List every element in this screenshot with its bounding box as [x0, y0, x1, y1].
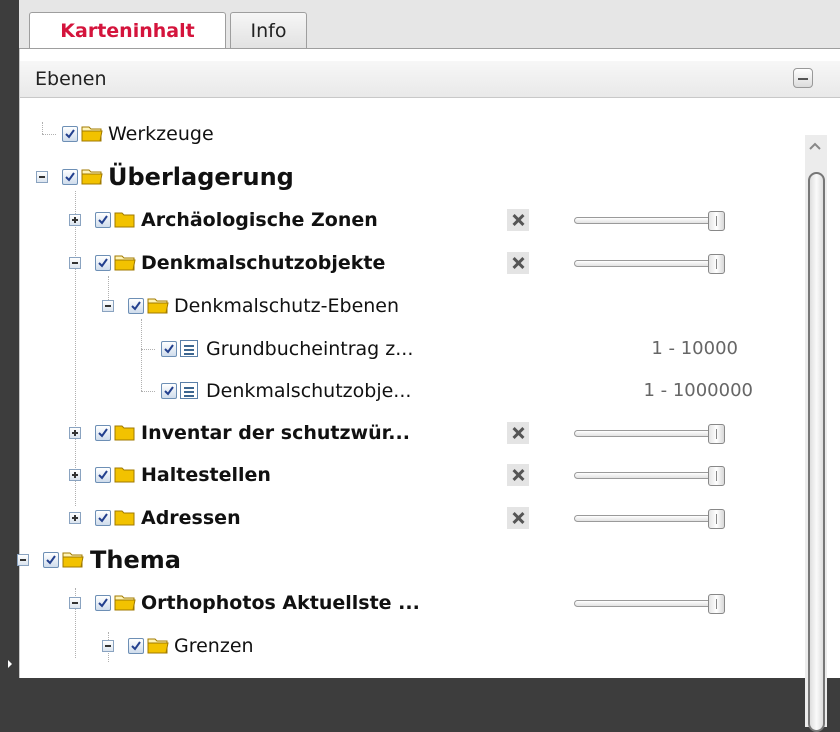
folder-icon [81, 169, 103, 185]
tree-node-adressen[interactable]: Adressen [20, 497, 800, 539]
slider-track [574, 260, 724, 267]
expand-toggle-icon[interactable] [69, 427, 81, 439]
tree-node-label: Grundbucheintrag z... [206, 338, 414, 360]
slider-track [574, 472, 724, 479]
tree-node-grenzen[interactable]: Grenzen [20, 625, 800, 667]
tree-node-label: Grenzen [174, 635, 254, 657]
slider-track [574, 217, 724, 224]
folder-icon [81, 126, 103, 142]
folder-icon [147, 298, 169, 314]
scale-range: 1 - 1000000 [643, 380, 753, 401]
tree-node-ueberlagerung[interactable]: Überlagerung [20, 156, 800, 198]
checkbox[interactable] [62, 126, 78, 142]
collapse-toggle-icon[interactable] [17, 554, 29, 566]
tree-node-inventar[interactable]: Inventar der schutzwür... [20, 412, 800, 454]
tree-node-thema[interactable]: Thema [17, 539, 800, 581]
folder-icon [114, 595, 136, 611]
tree-layer-denkmalschutzobjekte[interactable]: Denkmalschutzobje... 1 - 1000000 [20, 370, 800, 412]
tab-info[interactable]: Info [230, 12, 307, 48]
checkbox[interactable] [128, 638, 144, 654]
checkbox[interactable] [95, 595, 111, 611]
tab-content: Ebenen Werkzeuge Überlagerung Archäologi… [17, 49, 840, 732]
folder-icon [114, 212, 135, 228]
tree-node-orthophotos[interactable]: Orthophotos Aktuellste ... [20, 582, 800, 624]
tree-node-label: Thema [90, 546, 181, 574]
opacity-slider[interactable] [574, 594, 728, 614]
tree-node-label: Denkmalschutz-Ebenen [174, 295, 400, 317]
tree-node-label: Orthophotos Aktuellste ... [141, 592, 420, 614]
slider-handle[interactable] [708, 509, 725, 529]
tree-node-label: Überlagerung [108, 163, 294, 191]
remove-icon[interactable] [507, 464, 529, 486]
folder-icon [114, 467, 135, 483]
checkbox[interactable] [95, 255, 111, 271]
checkbox[interactable] [62, 169, 78, 185]
checkbox[interactable] [43, 552, 59, 568]
layer-icon [180, 340, 198, 357]
folder-icon [147, 638, 169, 654]
opacity-slider[interactable] [574, 466, 728, 486]
layer-icon [180, 382, 198, 399]
collapse-toggle-icon[interactable] [102, 640, 114, 652]
collapse-toggle-icon[interactable] [69, 257, 81, 269]
opacity-slider[interactable] [574, 424, 728, 444]
checkbox[interactable] [95, 510, 111, 526]
tree-node-label: Denkmalschutzobjekte [141, 252, 386, 274]
opacity-slider[interactable] [574, 509, 728, 529]
tree-node-label: Inventar der schutzwür... [141, 422, 410, 444]
panel-splitter-arrow-icon[interactable] [8, 660, 12, 668]
checkbox[interactable] [95, 212, 111, 228]
folder-icon [114, 255, 136, 271]
scale-range: 1 - 10000 [651, 338, 738, 359]
slider-handle[interactable] [708, 211, 725, 231]
remove-icon[interactable] [507, 507, 529, 529]
scroll-up-icon[interactable] [807, 140, 823, 152]
opacity-slider[interactable] [574, 254, 728, 274]
slider-handle[interactable] [708, 424, 725, 444]
scrollbar-thumb[interactable] [808, 172, 825, 732]
tree-node-label: Denkmalschutzobje... [206, 380, 412, 402]
checkbox[interactable] [95, 425, 111, 441]
slider-handle[interactable] [708, 254, 725, 274]
expand-toggle-icon[interactable] [69, 469, 81, 481]
tree-node-denkmalschutzobjekte[interactable]: Denkmalschutzobjekte [20, 242, 800, 284]
checkbox[interactable] [161, 341, 177, 357]
collapse-toggle-icon[interactable] [102, 300, 114, 312]
tree-node-denkmalschutz-ebenen[interactable]: Denkmalschutz-Ebenen [20, 285, 800, 327]
remove-icon[interactable] [507, 252, 529, 274]
slider-track [574, 515, 724, 522]
tree-node-label: Adressen [141, 507, 241, 529]
collapse-toggle-icon[interactable] [69, 597, 81, 609]
remove-icon[interactable] [507, 209, 529, 231]
tree-node-werkzeuge[interactable]: Werkzeuge [20, 113, 800, 155]
slider-track [574, 430, 724, 437]
checkbox[interactable] [161, 383, 177, 399]
tab-karteninhalt[interactable]: Karteninhalt [29, 12, 226, 50]
slider-track [574, 600, 724, 607]
folder-icon [62, 552, 84, 568]
tree-node-label: Haltestellen [141, 464, 271, 486]
checkbox[interactable] [95, 467, 111, 483]
slider-handle[interactable] [708, 466, 725, 486]
expand-toggle-icon[interactable] [69, 512, 81, 524]
remove-icon[interactable] [507, 422, 529, 444]
collapse-toggle-icon[interactable] [36, 171, 48, 183]
folder-icon [114, 510, 135, 526]
expand-toggle-icon[interactable] [69, 214, 81, 226]
opacity-slider[interactable] [574, 211, 728, 231]
tree-node-haltestellen[interactable]: Haltestellen [20, 454, 800, 496]
tree-node-label: Archäologische Zonen [141, 209, 378, 231]
layer-panel: Karteninhalt Info Ebenen Werkzeuge Überl… [17, 0, 840, 732]
tree-layer-grundbucheintrag[interactable]: Grundbucheintrag z... 1 - 10000 [20, 328, 800, 370]
folder-icon [114, 425, 135, 441]
checkbox[interactable] [128, 298, 144, 314]
tree-node-archaeologische-zonen[interactable]: Archäologische Zonen [20, 199, 800, 241]
slider-handle[interactable] [708, 594, 725, 614]
layer-tree: Werkzeuge Überlagerung Archäologische Zo… [17, 49, 805, 678]
tree-node-label: Werkzeuge [108, 123, 214, 145]
